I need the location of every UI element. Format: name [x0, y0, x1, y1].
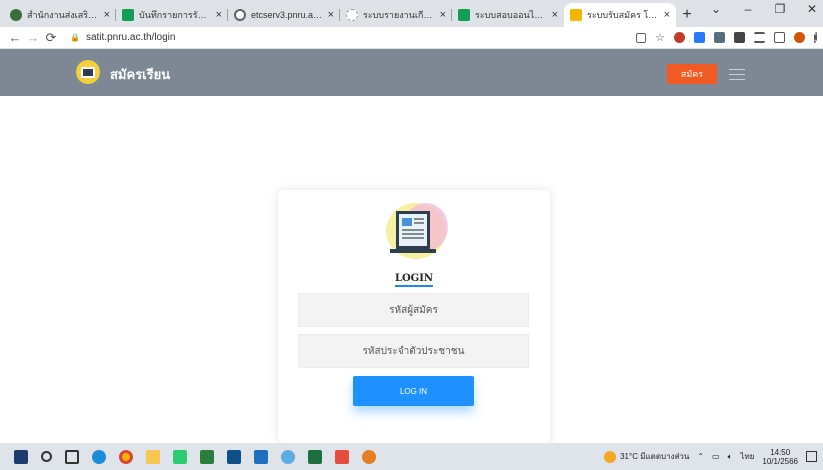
new-tab-button[interactable]: + [676, 3, 698, 27]
settings-app-icon[interactable] [281, 449, 295, 464]
tab-favicon-icon [570, 9, 582, 21]
tab-favicon-icon [10, 9, 22, 21]
site-brand[interactable]: สมัครเรียน [110, 64, 170, 85]
tab-close-icon[interactable]: × [552, 9, 558, 21]
maximize-icon[interactable]: ❐ [773, 2, 787, 16]
language-indicator[interactable]: ไทย [740, 450, 754, 463]
extensions-bar: ☆ [636, 31, 817, 44]
tab-title: ระบบรายงานเกียรติบัตร [363, 10, 436, 20]
task-view-icon[interactable] [65, 449, 79, 464]
media-app-icon[interactable] [362, 449, 376, 464]
hamburger-menu-icon[interactable] [722, 64, 752, 84]
profile-avatar-icon[interactable] [794, 32, 805, 43]
tab-close-icon[interactable]: × [664, 9, 670, 21]
browser-tab[interactable]: ระบบสอบออนไลน์ มรภ. × [452, 3, 564, 27]
calendar-app-icon[interactable] [200, 449, 214, 464]
tab-favicon-icon [234, 9, 246, 21]
search-icon[interactable] [41, 451, 52, 462]
minimize-icon[interactable]: – [741, 2, 755, 16]
reading-list-icon[interactable] [754, 32, 765, 43]
puzzle-extensions-icon[interactable] [734, 32, 745, 43]
browser-tab[interactable]: ระบบรายงานเกียรติบัตร × [340, 3, 452, 27]
window-controls: ⌄ – ❐ ✕ [709, 2, 819, 16]
tab-title: บันทึกรายการรับเรื่อง [139, 10, 212, 20]
reload-icon[interactable]: ⟳ [42, 30, 60, 46]
browser-tab[interactable]: สำนักงานส่งเสริมการเรียนรู้ × [4, 3, 116, 27]
audio-extension-icon[interactable] [714, 32, 725, 43]
url-field[interactable]: 🔒 satit.pnru.ac.th/login [70, 32, 175, 43]
tab-favicon-icon [458, 9, 470, 21]
close-window-icon[interactable]: ✕ [805, 2, 819, 16]
browser-tab[interactable]: etcserv3.pnru.ac.th × [228, 3, 340, 27]
tab-favicon-icon [346, 9, 358, 21]
tab-title: ระบบสอบออนไลน์ มรภ. [475, 10, 548, 20]
lock-icon: 🔒 [70, 33, 80, 42]
tab-close-icon[interactable]: × [440, 9, 446, 21]
page-body: LOGIN LOG IN [0, 96, 823, 443]
windows-start-icon[interactable] [14, 449, 28, 464]
forward-icon[interactable]: → [24, 30, 42, 45]
national-id-input[interactable] [298, 334, 529, 368]
weather-sun-icon [604, 450, 617, 463]
weather-widget[interactable]: 31°C มีแดดบางส่วน [604, 450, 689, 463]
weather-text: 31°C มีแดดบางส่วน [620, 452, 690, 461]
shield-extension-icon[interactable] [674, 32, 685, 43]
bookmark-star-icon[interactable]: ☆ [655, 31, 665, 44]
login-button[interactable]: LOG IN [353, 376, 474, 406]
tab-search-icon[interactable]: ⌄ [709, 2, 723, 16]
taskbar-clock[interactable]: 14:50 10/1/2566 [762, 448, 798, 466]
edge-browser-icon[interactable] [92, 449, 106, 464]
blue-extension-icon[interactable] [694, 32, 705, 43]
tab-title: etcserv3.pnru.ac.th [251, 10, 324, 20]
login-illustration-icon [386, 203, 448, 259]
tray-chevron-icon[interactable]: ⌃ [697, 452, 704, 461]
windows-taskbar: 31°C มีแดดบางส่วน ⌃ ▭ 🔈︎ ไทย 14:50 10/1/… [0, 443, 823, 470]
login-title: LOGIN [278, 273, 550, 287]
mail-app-icon[interactable] [254, 449, 268, 464]
excel-app-icon[interactable] [308, 449, 322, 464]
file-explorer-icon[interactable] [146, 449, 160, 464]
tab-close-icon[interactable]: × [328, 9, 334, 21]
clock-date: 10/1/2566 [762, 456, 798, 466]
pdf-app-icon[interactable] [335, 449, 349, 464]
address-bar: ← → ⟳ 🔒 satit.pnru.ac.th/login ☆ [0, 27, 823, 49]
menu-dots-icon[interactable] [814, 32, 817, 43]
share-icon[interactable] [636, 32, 647, 43]
browser-tab-strip: สำนักงานส่งเสริมการเรียนรู้ × บันทึกรายก… [0, 0, 823, 27]
chrome-browser-icon[interactable] [119, 449, 133, 464]
applicant-code-input[interactable] [298, 293, 529, 327]
volume-icon[interactable]: 🔈︎ [728, 452, 733, 462]
network-icon[interactable]: ▭ [712, 452, 720, 461]
side-panel-icon[interactable] [774, 32, 785, 43]
login-card: LOGIN LOG IN [278, 190, 550, 443]
tab-title: ระบบรับสมัคร โรงเรียน [587, 10, 660, 20]
tab-title: สำนักงานส่งเสริมการเรียนรู้ [27, 10, 100, 20]
store-app-icon[interactable] [227, 449, 241, 464]
system-tray: 31°C มีแดดบางส่วน ⌃ ▭ 🔈︎ ไทย 14:50 10/1/… [604, 443, 817, 470]
site-header: สมัครเรียน สมัคร [0, 49, 823, 96]
green-app-icon[interactable] [173, 449, 187, 464]
tab-close-icon[interactable]: × [104, 9, 110, 21]
tab-favicon-icon [122, 9, 134, 21]
notifications-icon[interactable] [806, 451, 817, 462]
url-text: satit.pnru.ac.th/login [85, 32, 176, 43]
clock-time: 14:50 [770, 447, 791, 457]
browser-tab[interactable]: บันทึกรายการรับเรื่อง × [116, 3, 228, 27]
apply-button[interactable]: สมัคร [667, 64, 717, 84]
site-logo-icon[interactable] [76, 60, 100, 84]
browser-tab-active[interactable]: ระบบรับสมัคร โรงเรียน × [564, 3, 676, 27]
tab-close-icon[interactable]: × [216, 9, 222, 21]
back-icon[interactable]: ← [6, 30, 24, 45]
